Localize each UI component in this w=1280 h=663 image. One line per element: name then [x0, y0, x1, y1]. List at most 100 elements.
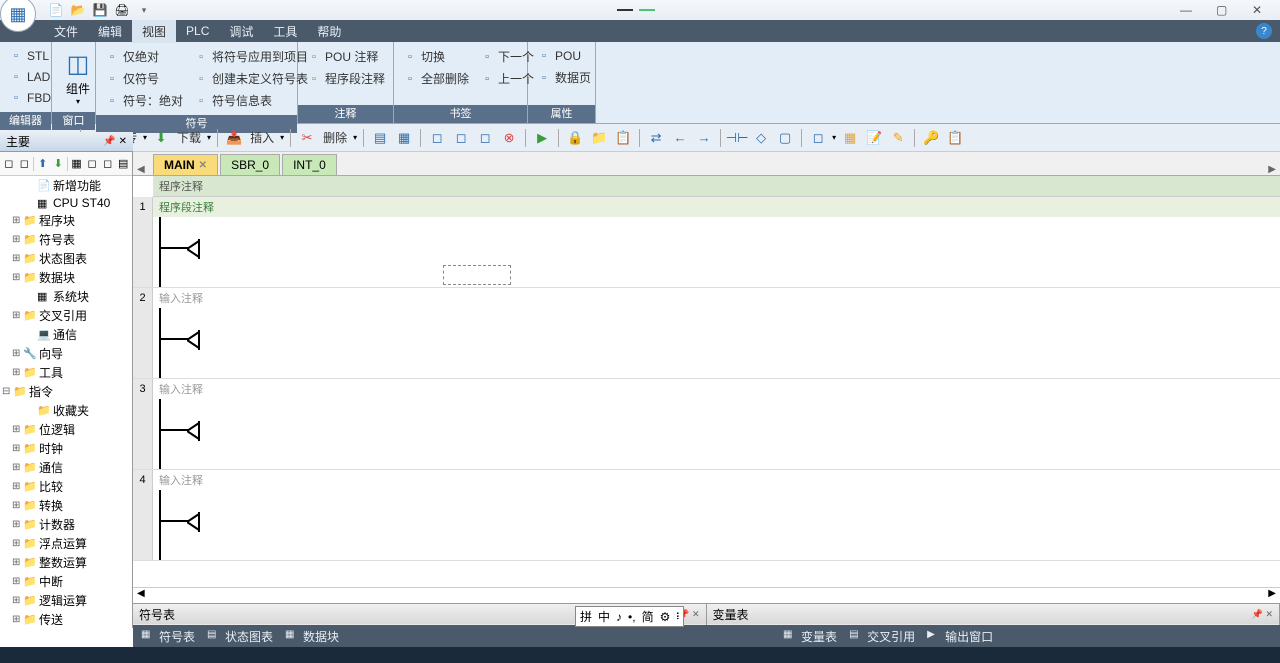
pin-icon[interactable]: 📌 ✕ — [103, 136, 127, 147]
tool-icon[interactable]: ▶ — [532, 128, 552, 148]
scroll-right[interactable]: ▶ — [1264, 588, 1280, 603]
tool-icon[interactable]: ⬆ — [36, 156, 50, 172]
tool-icon[interactable]: → — [694, 128, 714, 148]
delete-icon[interactable]: ✂ — [297, 128, 317, 148]
ribbon-数据页[interactable]: ▫数据页 — [532, 67, 595, 88]
tool-icon[interactable]: ◻ — [18, 156, 32, 172]
close-button[interactable]: ✕ — [1252, 3, 1268, 17]
tab-close-icon[interactable]: ✕ — [199, 160, 207, 171]
tree-交叉引用[interactable]: ⊞📁交叉引用 — [0, 306, 132, 325]
new-icon[interactable]: 📄 — [48, 2, 64, 18]
ribbon-切换[interactable]: ▫切换 — [398, 46, 473, 67]
tool-icon[interactable]: ✎ — [888, 128, 908, 148]
insert-icon[interactable]: 📥 — [224, 128, 244, 148]
tool-icon[interactable]: ▦ — [394, 128, 414, 148]
tree-收藏夹[interactable]: 📁收藏夹 — [0, 401, 132, 420]
tree-位逻辑[interactable]: ⊞📁位逻辑 — [0, 420, 132, 439]
network-4[interactable]: 4输入注释 — [133, 470, 1280, 561]
menu-视图[interactable]: 视图 — [132, 20, 176, 43]
ribbon-程序段注释[interactable]: ▫程序段注释 — [302, 68, 389, 89]
tool-icon[interactable]: ◻ — [808, 128, 828, 148]
tree-CPU ST40[interactable]: ▦CPU ST40 — [0, 195, 132, 211]
ladder-editor[interactable]: 程序注释 1程序段注释2输入注释3输入注释4输入注释 — [133, 176, 1280, 587]
menu-编辑[interactable]: 编辑 — [88, 20, 132, 43]
box-icon[interactable]: ▢ — [775, 128, 795, 148]
status-变量表[interactable]: ▦变量表 — [783, 628, 837, 645]
tree-传送[interactable]: ⊞📁传送 — [0, 610, 132, 628]
ime-btn[interactable]: •, — [628, 610, 636, 624]
tree-转换[interactable]: ⊞📁转换 — [0, 496, 132, 515]
tool-icon[interactable]: ◻ — [101, 156, 115, 172]
tool-icon[interactable]: ▤ — [370, 128, 390, 148]
ime-btn[interactable]: 中 — [598, 608, 610, 625]
tree-通信[interactable]: 💻通信 — [0, 325, 132, 344]
ime-btn[interactable]: 简 — [642, 608, 654, 625]
menu-调试[interactable]: 调试 — [219, 20, 263, 43]
tree-中断[interactable]: ⊞📁中断 — [0, 572, 132, 591]
ribbon-仅符号[interactable]: ▫仅符号 — [100, 68, 187, 89]
help-icon[interactable]: ? — [1256, 23, 1272, 39]
ribbon-全部删除[interactable]: ▫全部删除 — [398, 68, 473, 89]
tool-icon[interactable]: 📝 — [864, 128, 884, 148]
tree-程序块[interactable]: ⊞📁程序块 — [0, 211, 132, 230]
network-2[interactable]: 2输入注释 — [133, 288, 1280, 379]
status-输出窗口[interactable]: ▶输出窗口 — [927, 628, 993, 645]
tool-icon[interactable]: 🔑 — [921, 128, 941, 148]
ribbon-仅绝对[interactable]: ▫仅绝对 — [100, 46, 187, 67]
tool-icon[interactable]: ⬇ — [51, 156, 65, 172]
ime-btn[interactable]: ⚙ — [660, 610, 671, 624]
tool-icon[interactable]: ⊗ — [499, 128, 519, 148]
tree-符号表[interactable]: ⊞📁符号表 — [0, 230, 132, 249]
status-交叉引用[interactable]: ▤交叉引用 — [849, 628, 915, 645]
ribbon-符号：绝对[interactable]: ▫符号：绝对 — [100, 90, 187, 111]
ribbon-POU 注释[interactable]: ▫POU 注释 — [302, 46, 389, 67]
ime-btn[interactable]: ፧ — [676, 609, 679, 624]
status-符号表[interactable]: ▦符号表 — [141, 628, 195, 645]
minimize-button[interactable]: — — [1180, 3, 1196, 17]
tool-icon[interactable]: ▤ — [116, 156, 130, 172]
ribbon-POU[interactable]: ▫POU — [532, 46, 595, 66]
tab-nav-left[interactable]: ◀ — [137, 164, 145, 175]
ribbon-FBD[interactable]: ▫FBD — [4, 88, 55, 108]
program-comment[interactable]: 程序注释 — [153, 176, 1280, 197]
tool-icon[interactable]: ◻ — [427, 128, 447, 148]
tab-nav-right[interactable]: ▶ — [1268, 164, 1276, 175]
tab-INT_0[interactable]: INT_0 — [282, 154, 337, 175]
tree-浮点运算[interactable]: ⊞📁浮点运算 — [0, 534, 132, 553]
tree-数据块[interactable]: ⊞📁数据块 — [0, 268, 132, 287]
tool-icon[interactable]: 📋 — [945, 128, 965, 148]
qat-dropdown-icon[interactable]: ▾ — [136, 2, 152, 18]
network-1[interactable]: 1程序段注释 — [133, 197, 1280, 288]
ribbon-将符号应用到项目[interactable]: ▫将符号应用到项目 — [189, 46, 312, 67]
menu-帮助[interactable]: 帮助 — [307, 20, 351, 43]
tool-icon[interactable]: ▦ — [840, 128, 860, 148]
tree-工具[interactable]: ⊞📁工具 — [0, 363, 132, 382]
tool-icon[interactable]: ◻ — [451, 128, 471, 148]
tree-时钟[interactable]: ⊞📁时钟 — [0, 439, 132, 458]
tool-icon[interactable]: ◻ — [2, 156, 16, 172]
tool-icon[interactable]: ◻ — [475, 128, 495, 148]
download-label[interactable]: 下载 — [175, 129, 203, 146]
coil-icon[interactable]: ◇ — [751, 128, 771, 148]
project-tree[interactable]: 📄新增功能▦CPU ST40⊞📁程序块⊞📁符号表⊞📁状态图表⊞📁数据块▦系统块⊞… — [0, 176, 132, 628]
menu-文件[interactable]: 文件 — [44, 20, 88, 43]
component-button[interactable]: ◫组件▾ — [56, 46, 100, 108]
tree-状态图表[interactable]: ⊞📁状态图表 — [0, 249, 132, 268]
ime-toolbar[interactable]: 拼中♪•,简⚙፧ — [575, 606, 684, 627]
tab-MAIN[interactable]: MAIN✕ — [153, 154, 218, 175]
tree-计数器[interactable]: ⊞📁计数器 — [0, 515, 132, 534]
menu-工具[interactable]: 工具 — [263, 20, 307, 43]
print-icon[interactable]: 🖨 — [114, 2, 130, 18]
contact-icon[interactable]: ⊣⊢ — [727, 128, 747, 148]
tree-指令[interactable]: ⊟📁指令 — [0, 382, 132, 401]
tree-通信[interactable]: ⊞📁通信 — [0, 458, 132, 477]
maximize-button[interactable]: ▢ — [1216, 3, 1232, 17]
insert-label[interactable]: 插入 — [248, 129, 276, 146]
open-icon[interactable]: 📂 — [70, 2, 86, 18]
tool-icon[interactable]: ← — [670, 128, 690, 148]
tab-SBR_0[interactable]: SBR_0 — [220, 154, 280, 175]
ribbon-STL[interactable]: ▫STL — [4, 46, 55, 66]
delete-label[interactable]: 删除 — [321, 129, 349, 146]
status-数据块[interactable]: ▦数据块 — [285, 628, 339, 645]
tree-整数运算[interactable]: ⊞📁整数运算 — [0, 553, 132, 572]
